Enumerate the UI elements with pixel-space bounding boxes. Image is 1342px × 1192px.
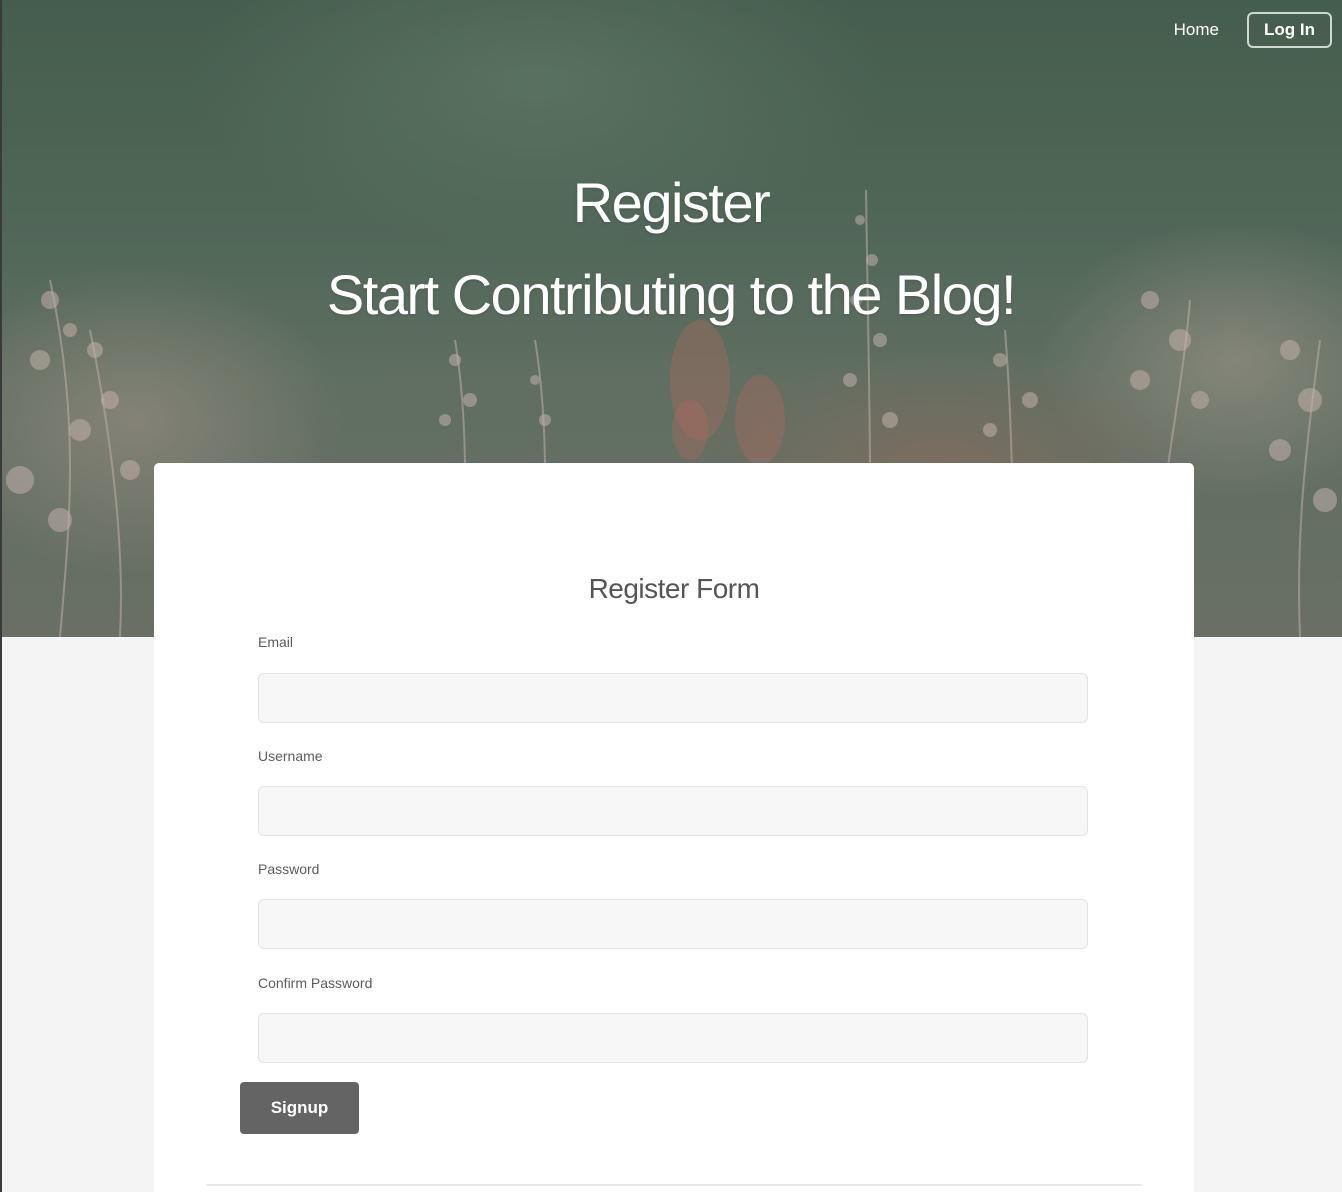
- password-field[interactable]: [258, 899, 1088, 949]
- password-label: Password: [258, 861, 320, 877]
- email-field[interactable]: [258, 673, 1088, 723]
- page-subtitle: Start Contributing to the Blog!: [326, 263, 1017, 326]
- nav-home-link[interactable]: Home: [1174, 20, 1219, 40]
- username-field[interactable]: [258, 786, 1088, 836]
- top-nav: Home Log In: [1174, 12, 1332, 48]
- confirm-password-label: Confirm Password: [258, 975, 373, 991]
- username-label: Username: [258, 748, 323, 764]
- form-title: Register Form: [588, 573, 760, 604]
- page-edge: [0, 0, 2, 1192]
- email-label: Email: [258, 634, 294, 650]
- login-button[interactable]: Log In: [1247, 12, 1332, 48]
- confirm-password-field[interactable]: [258, 1013, 1088, 1063]
- signup-button[interactable]: Signup: [240, 1082, 359, 1134]
- page-title: Register: [572, 171, 771, 234]
- register-card: Register Form Email Username Password Co…: [154, 463, 1194, 1192]
- card-divider: [206, 1184, 1142, 1186]
